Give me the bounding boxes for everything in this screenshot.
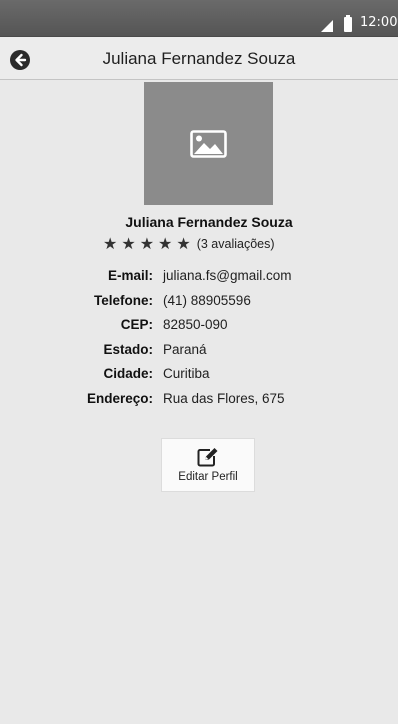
- city-label: Cidade:: [103, 366, 153, 381]
- cep-value: 82850-090: [163, 317, 228, 332]
- phone-value: (41) 88905596: [163, 292, 251, 308]
- edit-profile-label: Editar Perfil: [178, 471, 238, 483]
- profile-photo[interactable]: [144, 82, 273, 205]
- image-placeholder-icon: [190, 130, 227, 158]
- state-label: Estado:: [103, 341, 153, 357]
- app-header: Juliana Fernandez Souza: [0, 37, 398, 80]
- info-row-city: Cidade: Curitiba: [0, 366, 398, 391]
- back-arrow-icon: [10, 50, 30, 70]
- star-icon: ★: [103, 234, 118, 253]
- status-bar: 12:00: [0, 0, 398, 37]
- star-icon: ★: [158, 234, 173, 253]
- battery-icon: [344, 15, 352, 32]
- star-icon: ★: [121, 234, 136, 253]
- edit-icon: [197, 448, 218, 467]
- address-label: Endereço:: [86, 390, 153, 406]
- cep-label: CEP:: [120, 317, 153, 332]
- info-row-cep: CEP: 82850-090: [0, 317, 398, 342]
- profile-name: Juliana Fernandez Souza: [125, 214, 293, 230]
- email-value: juliana.fs@gmail.com: [163, 268, 292, 283]
- state-value: Paraná: [163, 341, 207, 357]
- status-time: 12:00: [360, 15, 398, 30]
- info-row-state: Estado: Paraná: [0, 342, 398, 367]
- info-row-email: E-mail: juliana.fs@gmail.com: [0, 268, 398, 293]
- edit-profile-button[interactable]: Editar Perfil: [161, 438, 255, 492]
- rating: ★ ★ ★ ★ ★ (3 avaliações): [103, 234, 275, 254]
- star-icon: ★: [176, 234, 191, 253]
- back-button[interactable]: [9, 49, 31, 71]
- star-icon: ★: [139, 234, 155, 253]
- page-title: Juliana Fernandez Souza: [102, 49, 296, 68]
- email-label: E-mail:: [107, 268, 153, 283]
- city-value: Curitiba: [163, 366, 210, 381]
- info-row-phone: Telefone: (41) 88905596: [0, 293, 398, 318]
- rating-count: (3 avaliações): [196, 237, 275, 251]
- signal-icon: [321, 20, 333, 32]
- info-row-address: Endereço: Rua das Flores, 675: [0, 391, 398, 416]
- phone-label: Telefone:: [93, 292, 153, 308]
- profile-info-list: E-mail: juliana.fs@gmail.com Telefone: (…: [0, 268, 398, 415]
- address-value: Rua das Flores, 675: [163, 390, 285, 406]
